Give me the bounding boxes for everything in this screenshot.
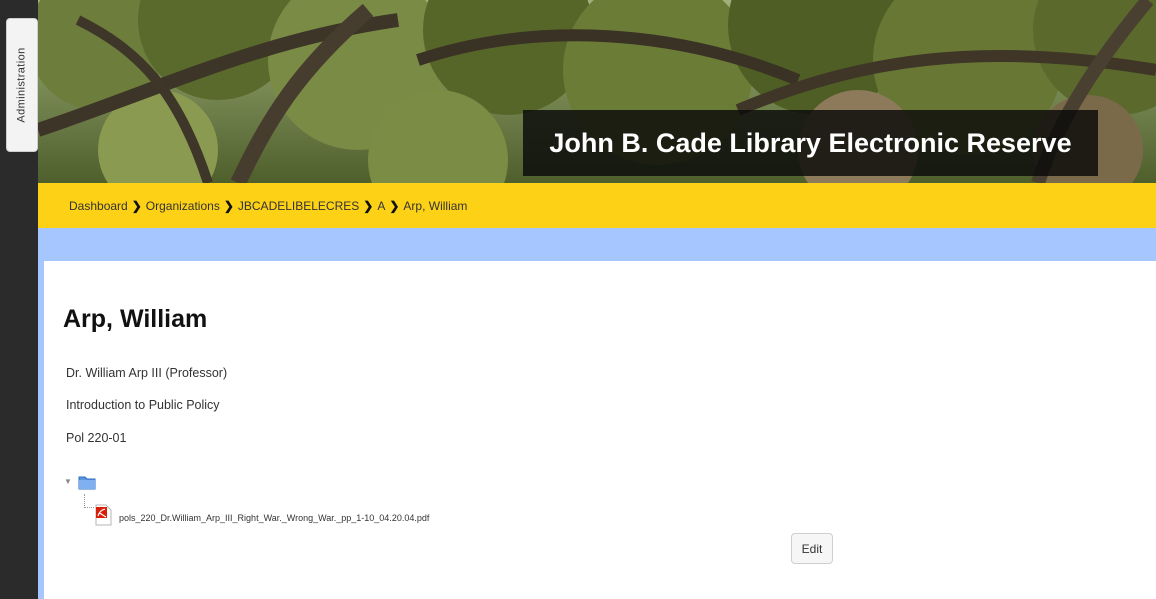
page: Administration John B. Cade Library Elec… bbox=[0, 0, 1156, 599]
file-link[interactable]: pols_220_Dr.William_Arp_III_Right_War._W… bbox=[119, 513, 429, 523]
chevron-right-icon: ❯ bbox=[363, 198, 374, 213]
chevron-right-icon: ❯ bbox=[131, 198, 142, 213]
course-name: Introduction to Public Policy bbox=[66, 398, 220, 412]
course-code: Pol 220-01 bbox=[66, 431, 127, 445]
breadcrumb-dashboard[interactable]: Dashboard bbox=[69, 199, 128, 213]
page-title: Arp, William bbox=[63, 305, 208, 333]
tree-connector bbox=[84, 494, 94, 508]
administration-tab[interactable]: Administration bbox=[6, 18, 38, 152]
header-banner: John B. Cade Library Electronic Reserve bbox=[38, 0, 1156, 183]
edit-button[interactable]: Edit bbox=[791, 533, 833, 564]
breadcrumb-a[interactable]: A bbox=[377, 199, 385, 213]
breadcrumb: Dashboard ❯ Organizations ❯ JBCADELIBELE… bbox=[38, 183, 1156, 228]
pdf-icon[interactable] bbox=[94, 504, 112, 531]
folder-icon[interactable] bbox=[78, 474, 96, 495]
chevron-right-icon: ❯ bbox=[389, 198, 400, 213]
main-content: Arp, William Dr. William Arp III (Profes… bbox=[44, 261, 1156, 599]
breadcrumb-jbcadelibelecres[interactable]: JBCADELIBELECRES bbox=[238, 199, 359, 213]
chevron-right-icon: ❯ bbox=[223, 198, 234, 213]
caret-down-icon[interactable]: ▼ bbox=[64, 477, 72, 486]
site-title: John B. Cade Library Electronic Reserve bbox=[523, 110, 1098, 176]
instructor-name: Dr. William Arp III (Professor) bbox=[66, 366, 228, 380]
administration-tab-label: Administration bbox=[16, 47, 29, 123]
breadcrumb-organizations[interactable]: Organizations bbox=[146, 199, 220, 213]
accent-bar bbox=[38, 228, 1156, 261]
breadcrumb-current: Arp, William bbox=[403, 198, 468, 213]
admin-rail: Administration bbox=[0, 0, 38, 599]
